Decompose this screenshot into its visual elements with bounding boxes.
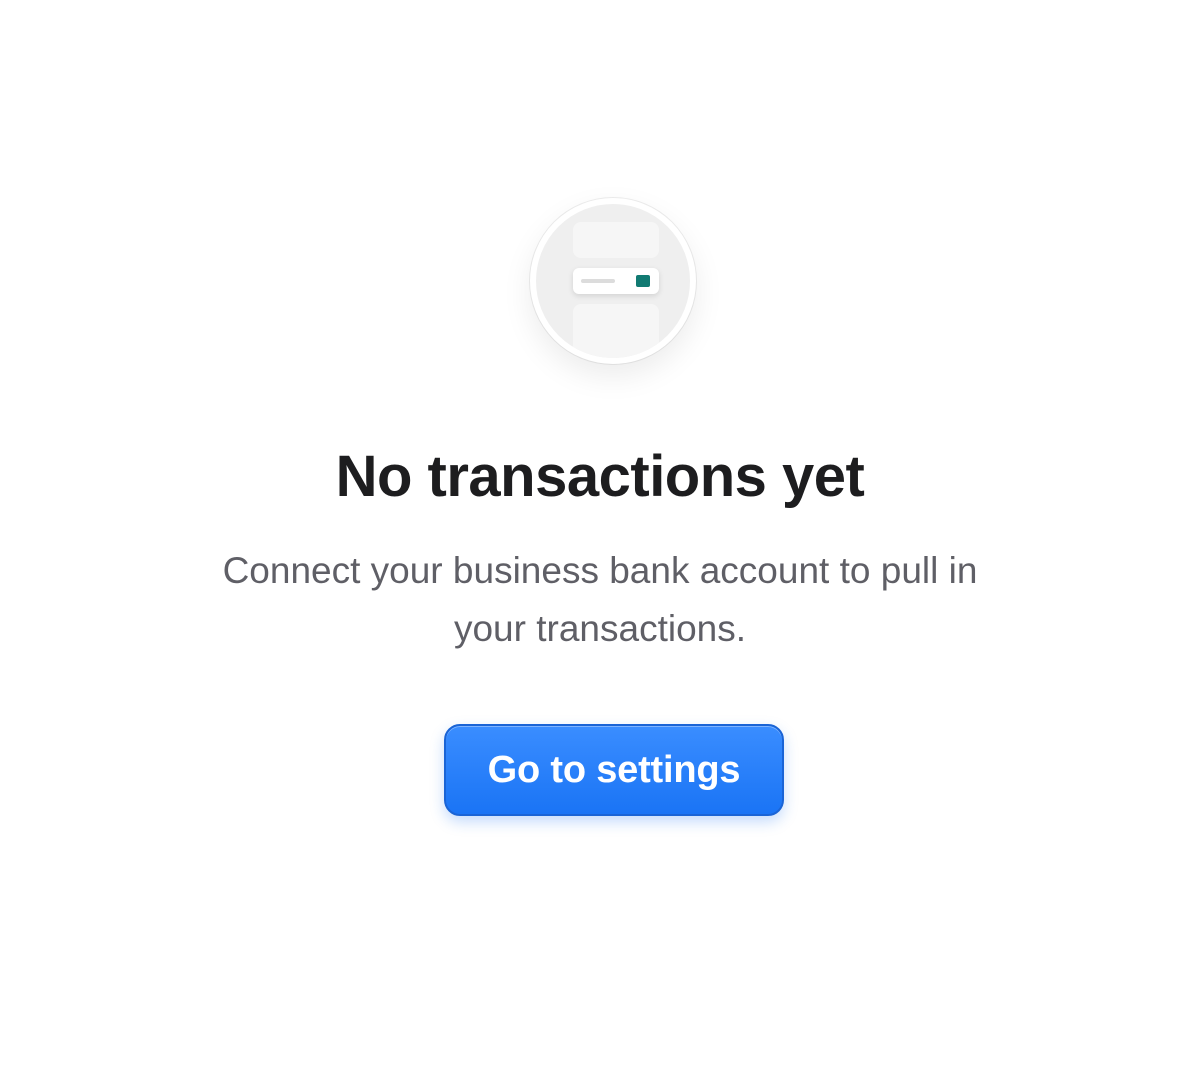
card-text-line	[581, 279, 615, 283]
empty-state-title: No transactions yet	[335, 444, 865, 509]
transaction-card	[573, 268, 659, 294]
empty-state: No transactions yet Connect your busines…	[0, 0, 1200, 1081]
empty-state-description: Connect your business bank account to pu…	[222, 550, 978, 649]
transactions-list-icon	[530, 198, 696, 364]
placeholder-card-bottom	[573, 304, 659, 358]
placeholder-card-top	[573, 222, 659, 258]
go-to-settings-button[interactable]: Go to settings	[444, 724, 784, 816]
card-chip-icon	[636, 275, 650, 287]
